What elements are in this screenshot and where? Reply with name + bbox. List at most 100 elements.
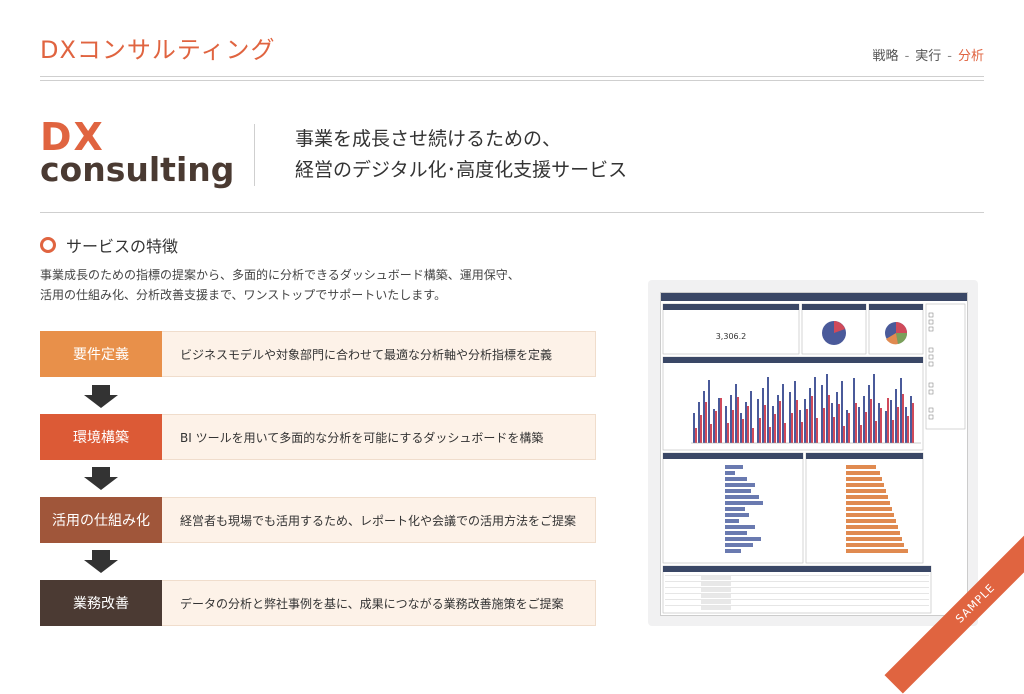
thumb-hbar xyxy=(846,525,898,529)
features-title: サービスの特徴 xyxy=(66,237,179,256)
thumb-bar xyxy=(804,399,806,443)
thumb-row xyxy=(665,599,929,600)
thumb-bar xyxy=(762,388,764,443)
hero-tagline: 事業を成長させ続けるための、 経営のデジタル化･高度化支援サービス xyxy=(295,124,627,186)
thumb-hbar xyxy=(846,483,884,487)
dashboard-screenshot: 3,306.2 xyxy=(648,280,978,626)
thumb-hbar xyxy=(725,495,759,499)
thumb-bar xyxy=(900,378,902,443)
thumb-bar xyxy=(705,402,707,443)
thumb-bar xyxy=(826,374,828,443)
thumb-bar xyxy=(698,402,700,443)
header-divider xyxy=(40,76,984,77)
thumb-bar xyxy=(703,391,705,443)
nav-separator: - xyxy=(904,49,910,64)
kpi-value: 3,306.2 xyxy=(716,332,747,341)
thumb-bar xyxy=(747,406,749,443)
thumb-cell xyxy=(701,588,731,592)
step-text: ビジネスモデルや対象部門に合わせて最適な分析軸や分析指標を定義 xyxy=(162,331,596,377)
thumb-hbar xyxy=(846,501,890,505)
thumb-bar xyxy=(708,380,710,443)
thumb-bar xyxy=(855,403,857,443)
thumb-row xyxy=(665,605,929,606)
thumb-bar xyxy=(799,410,801,443)
thumb-bar xyxy=(806,409,808,443)
thumb-bar xyxy=(887,398,889,443)
thumb-bar xyxy=(878,403,880,443)
thumb-hbar xyxy=(846,507,892,511)
thumb-bar xyxy=(725,406,727,443)
thumb-bar xyxy=(801,422,803,443)
thumb-bar xyxy=(782,384,784,443)
thumb-hbar xyxy=(725,477,747,481)
thumb-bar xyxy=(710,424,712,443)
thumb-bar xyxy=(745,402,747,443)
step-label: 業務改善 xyxy=(40,580,162,626)
thumb-bar xyxy=(732,410,734,443)
thumb-hbar xyxy=(725,525,755,529)
thumb-bar xyxy=(777,395,779,443)
thumb-bar xyxy=(821,385,823,443)
thumb-bar xyxy=(695,428,697,443)
step-text: BI ツールを用いて多面的な分析を可能にするダッシュボードを構築 xyxy=(162,414,596,460)
thumb-bar xyxy=(907,416,909,443)
thumb-row xyxy=(665,587,929,588)
thumb-hbar xyxy=(725,513,749,517)
thumb-row xyxy=(665,575,929,576)
thumb-hbar xyxy=(725,531,747,535)
thumb-bar xyxy=(836,392,838,443)
thumb-bar xyxy=(870,399,872,443)
step-label: 活用の仕組み化 xyxy=(40,497,162,543)
thumb-cell xyxy=(701,576,731,580)
brand-title[interactable]: DXコンサルティング xyxy=(40,30,275,65)
thumb-bar xyxy=(912,403,914,443)
down-arrow-icon xyxy=(84,385,118,408)
nav-item-strategy[interactable]: 戦略 xyxy=(873,49,899,64)
thumb-bar xyxy=(769,427,771,443)
thumb-bar xyxy=(853,378,855,443)
thumb-hbar xyxy=(846,489,886,493)
nav-item-execution[interactable]: 実行 xyxy=(915,49,941,64)
thumb-cell xyxy=(701,594,731,598)
step-utilization: 活用の仕組み化 経営者も現場でも活用するため、レポート化や会議での活用方法をご提… xyxy=(40,497,596,543)
thumb-row xyxy=(665,593,929,594)
thumb-bar xyxy=(873,374,875,443)
thumb-bar xyxy=(865,412,867,443)
description-line-1: 事業成長のための指標の提案から、多面的に分析できるダッシュボード構築、運用保守、 xyxy=(40,268,520,282)
thumb-bar xyxy=(757,399,759,443)
thumb-bar xyxy=(713,409,715,443)
thumb-bar xyxy=(742,419,744,443)
thumb-bar xyxy=(875,421,877,443)
thumb-bar xyxy=(730,395,732,443)
down-arrow-icon xyxy=(84,550,118,573)
thumb-bar xyxy=(858,407,860,443)
thumb-bar xyxy=(910,396,912,443)
thumb-hbar xyxy=(846,549,908,553)
step-requirements: 要件定義 ビジネスモデルや対象部門に合わせて最適な分析軸や分析指標を定義 xyxy=(40,331,596,377)
thumb-cell xyxy=(701,600,731,604)
step-text: データの分析と弊社事例を基に、成果につながる業務改善施策をご提案 xyxy=(162,580,596,626)
thumb-bar xyxy=(772,406,774,443)
thumb-bar xyxy=(831,403,833,443)
nav-item-analysis[interactable]: 分析 xyxy=(958,49,984,64)
thumb-hbar xyxy=(725,489,751,493)
thumb-bar xyxy=(816,418,818,443)
thumb-hbar xyxy=(725,507,745,511)
description-line-2: 活用の仕組み化、分析改善支援まで、ワンストップでサポートいたします。 xyxy=(40,288,447,302)
thumb-hbar xyxy=(846,537,902,541)
thumb-bar xyxy=(700,415,702,443)
hero-divider xyxy=(254,124,255,186)
thumb-bar xyxy=(860,425,862,443)
dashboard-illustration: 3,306.2 xyxy=(661,293,967,614)
thumb-bar xyxy=(720,398,722,443)
top-nav: 戦略 - 実行 - 分析 xyxy=(873,45,984,64)
thumb-bar xyxy=(789,392,791,443)
thumb-bar xyxy=(764,405,766,443)
thumb-bar xyxy=(794,381,796,443)
thumb-bar xyxy=(718,398,720,443)
step-improvement: 業務改善 データの分析と弊社事例を基に、成果につながる業務改善施策をご提案 xyxy=(40,580,596,626)
thumb-hbar xyxy=(725,501,763,505)
thumb-bar xyxy=(750,391,752,443)
thumb-bar xyxy=(693,413,695,443)
thumb-bar xyxy=(863,396,865,443)
